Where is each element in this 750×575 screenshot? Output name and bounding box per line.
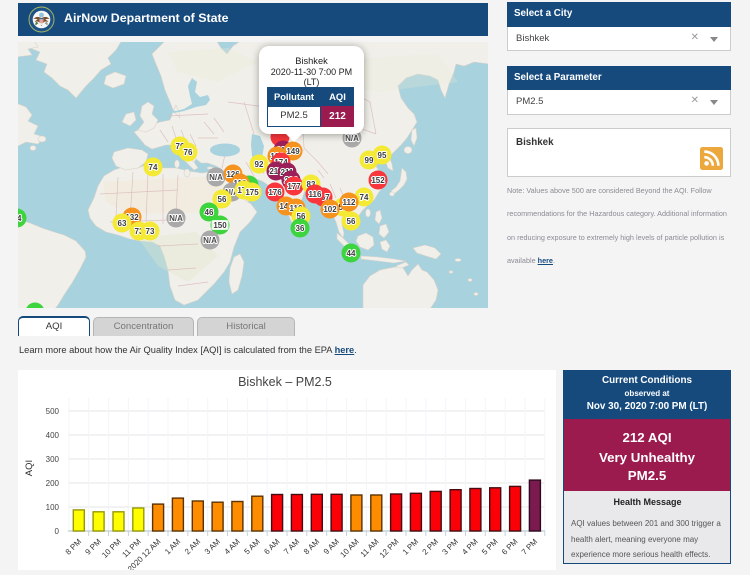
svg-text:7 PM: 7 PM [520, 537, 540, 557]
svg-text:46: 46 [205, 208, 214, 217]
svg-text:AQI: AQI [24, 460, 35, 476]
svg-text:149: 149 [286, 147, 300, 156]
svg-text:0: 0 [55, 527, 60, 536]
svg-text:8 AM: 8 AM [302, 537, 321, 556]
svg-text:5 PM: 5 PM [480, 537, 500, 557]
svg-text:Bishkek – PM2.5: Bishkek – PM2.5 [238, 375, 332, 389]
svg-text:4 PM: 4 PM [460, 537, 480, 557]
svg-text:3 AM: 3 AM [203, 537, 222, 556]
svg-text:73: 73 [146, 227, 155, 236]
svg-text:56: 56 [218, 195, 227, 204]
svg-text:8 PM: 8 PM [64, 537, 84, 557]
svg-text:4 AM: 4 AM [223, 537, 242, 556]
svg-text:102: 102 [323, 205, 337, 214]
svg-text:177: 177 [287, 182, 301, 191]
svg-text:74: 74 [360, 193, 369, 202]
svg-text:76: 76 [184, 148, 193, 157]
svg-text:300: 300 [46, 455, 60, 464]
svg-text:11 AM: 11 AM [359, 537, 381, 559]
svg-text:10 PM: 10 PM [100, 537, 123, 560]
svg-text:176: 176 [268, 188, 282, 197]
svg-text:116: 116 [309, 190, 322, 199]
svg-text:92: 92 [255, 160, 264, 169]
svg-text:500: 500 [46, 407, 60, 416]
svg-text:6 AM: 6 AM [262, 537, 281, 556]
svg-text:44: 44 [347, 249, 356, 258]
svg-text:100: 100 [46, 503, 60, 512]
svg-text:200: 200 [46, 479, 60, 488]
svg-text:N/A: N/A [169, 214, 183, 223]
svg-text:N/A: N/A [203, 236, 217, 245]
svg-text:36: 36 [296, 224, 305, 233]
svg-text:N/A: N/A [209, 173, 223, 182]
svg-text:95: 95 [378, 151, 387, 160]
svg-text:175: 175 [245, 188, 259, 197]
svg-text:2 AM: 2 AM [183, 537, 202, 556]
svg-text:99: 99 [365, 156, 374, 165]
svg-text:150: 150 [213, 221, 227, 230]
svg-text:74: 74 [149, 163, 158, 172]
svg-text:2 PM: 2 PM [421, 537, 441, 557]
svg-text:1 AM: 1 AM [163, 537, 182, 556]
svg-text:12 PM: 12 PM [378, 537, 401, 560]
svg-text:6 PM: 6 PM [500, 537, 520, 557]
svg-text:400: 400 [46, 431, 60, 440]
svg-text:44: 44 [18, 214, 22, 223]
svg-text:63: 63 [118, 219, 127, 228]
svg-text:3 PM: 3 PM [440, 537, 460, 557]
svg-text:N/A: N/A [345, 134, 359, 143]
svg-text:56: 56 [347, 217, 356, 226]
svg-text:152: 152 [371, 176, 385, 185]
svg-text:10 AM: 10 AM [338, 537, 361, 560]
svg-text:112: 112 [343, 198, 356, 207]
svg-text:1 PM: 1 PM [401, 537, 421, 557]
svg-text:7 AM: 7 AM [282, 537, 301, 556]
svg-text:5 AM: 5 AM [242, 537, 261, 556]
